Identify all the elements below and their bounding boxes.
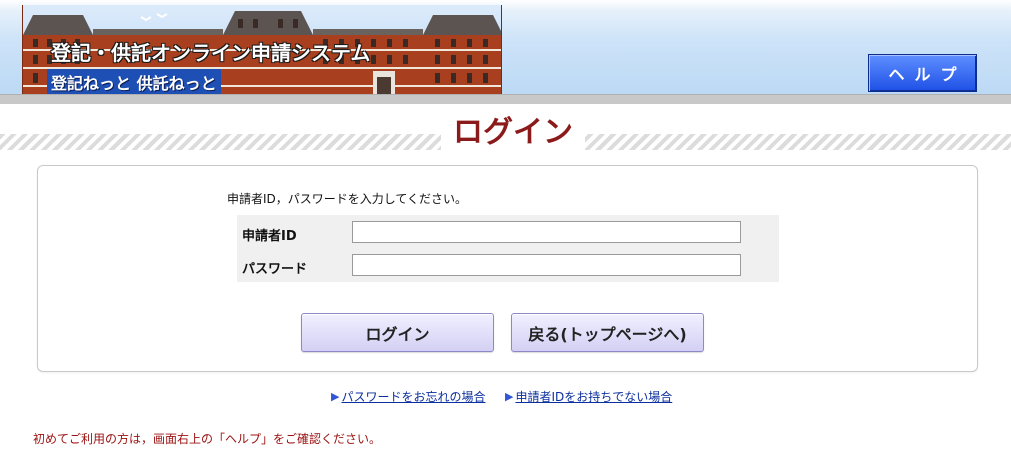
login-instruction: 申請者ID，パスワードを入力してください。 — [227, 192, 468, 206]
back-to-top-button[interactable]: 戻る(トップページへ) — [511, 313, 704, 352]
header-divider — [0, 94, 1011, 104]
password-label: パスワード — [242, 262, 308, 277]
applicant-id-input[interactable] — [352, 221, 741, 243]
system-banner: 登記・供託オンライン申請システム 登記ねっと 供託ねっと — [22, 5, 502, 94]
password-input[interactable] — [352, 254, 741, 276]
header: 登記・供託オンライン申請システム 登記ねっと 供託ねっと ヘルプ — [0, 0, 1011, 104]
triangle-right-icon: ▶ — [331, 390, 340, 403]
forgot-password-link[interactable]: パスワードをお忘れの場合 — [341, 388, 485, 405]
triangle-right-icon: ▶ — [505, 390, 514, 403]
first-time-notice: 初めてご利用の方は，画面右上の「ヘルプ」をご確認ください。 — [33, 432, 382, 446]
page-title: ログイン — [441, 112, 585, 154]
banner-subtitle: 登記ねっと 供託ねっと — [47, 69, 221, 94]
no-id-link-row: ▶ 申請者IDをお持ちでない場合 — [505, 388, 672, 405]
help-button[interactable]: ヘルプ — [868, 54, 977, 92]
banner-title: 登記・供託オンライン申請システム — [51, 41, 371, 65]
forgot-password-link-row: ▶ パスワードをお忘れの場合 — [331, 388, 485, 405]
no-applicant-id-link[interactable]: 申請者IDをお持ちでない場合 — [515, 388, 672, 405]
login-button[interactable]: ログイン — [301, 313, 494, 352]
applicant-id-label: 申請者ID — [242, 229, 297, 244]
